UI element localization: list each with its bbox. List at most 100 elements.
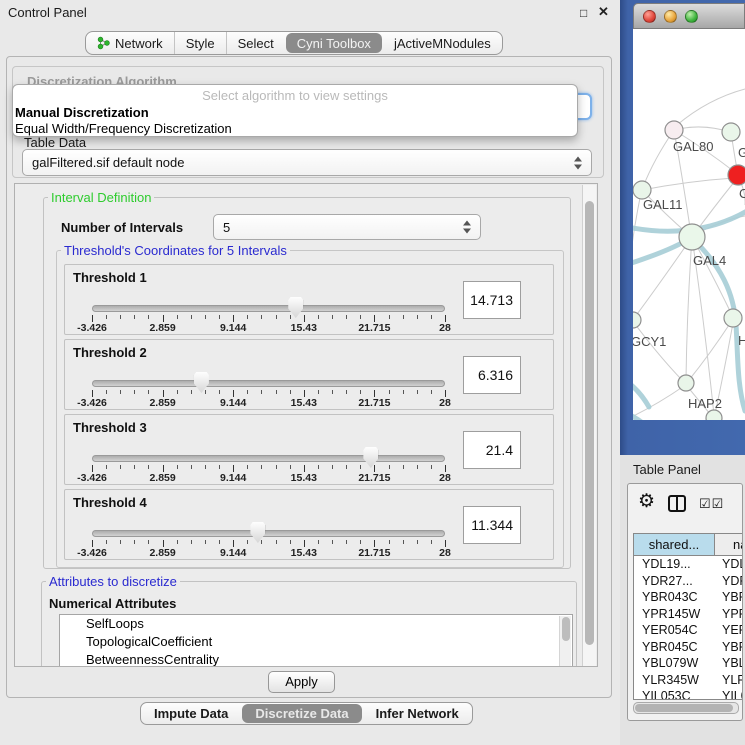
vertical-scrollbar-thumb[interactable] [585, 201, 594, 645]
network-node-label: C [739, 186, 745, 201]
network-node-label: GAL80 [673, 139, 713, 154]
table-row[interactable]: YER054CYER0 [634, 622, 743, 639]
panel-title: Control Panel [8, 5, 87, 20]
threshold-label: Threshold 3 [73, 420, 147, 435]
threshold-value-field[interactable]: 11.344 [463, 506, 521, 544]
network-node-gal4[interactable] [679, 224, 705, 250]
checkbox-icons[interactable]: ☑☑ [699, 496, 724, 512]
network-node-label: H [738, 333, 745, 348]
algorithm-dropdown-popup: Select algorithm to view settings Manual… [12, 84, 578, 137]
node-table[interactable]: shared...na YDL19...YDL1YDR27...YDR2YBR0… [633, 533, 743, 700]
listbox-scrollbar-thumb[interactable] [562, 617, 570, 641]
app-root: Control Panel □ ✕ Network Style Select Cyni… [0, 0, 745, 745]
network-node-hap2[interactable] [678, 375, 694, 391]
tab-network[interactable]: Network [86, 32, 174, 54]
network-node-h[interactable] [724, 309, 742, 327]
slider-tick-labels: -3.4262.8599.14415.4321.71528 [92, 472, 445, 484]
table-row[interactable]: YDR27...YDR2 [634, 573, 743, 590]
apply-button[interactable]: Apply [268, 671, 335, 693]
number-of-intervals-label: Number of Intervals [61, 220, 183, 235]
network-node-gcy1[interactable] [633, 312, 641, 328]
table-data-combobox[interactable]: galFiltered.sif default node [22, 149, 592, 176]
dropdown-option-manual-discretization[interactable]: Manual Discretization [15, 105, 149, 120]
table-row[interactable]: YIL053CYIL0 [634, 688, 743, 700]
table-row[interactable]: YPR145WYPR1 [634, 606, 743, 623]
network-node-gal80[interactable] [665, 121, 683, 139]
bottom-tab-discretize-data[interactable]: Discretize Data [242, 704, 361, 723]
cell-name: YBR0 [715, 589, 743, 606]
network-window-titlebar[interactable] [633, 3, 745, 29]
close-icon[interactable]: ✕ [598, 4, 609, 20]
numerical-attributes-label: Numerical Attributes [49, 596, 176, 611]
column-header-shared-[interactable]: shared... [634, 534, 715, 555]
gear-icon[interactable]: ⚙ [638, 490, 655, 513]
table-row[interactable]: YBL079WYBL0 [634, 655, 743, 672]
bottom-tab-impute-data[interactable]: Impute Data [141, 703, 241, 724]
cell-shared-name: YBR045C [634, 639, 715, 656]
threshold-value-field[interactable]: 21.4 [463, 431, 521, 469]
table-row[interactable]: YBR045CYBR0 [634, 639, 743, 656]
threshold-value-field[interactable]: 6.316 [463, 356, 521, 394]
listbox-scrollbar[interactable] [559, 616, 571, 666]
tab-jactivemnodules[interactable]: jActiveMNodules [383, 32, 502, 54]
network-node-label: GAL4 [693, 253, 726, 268]
network-window-frame: GAL80GACGAL11GAL4GCY1HHAP2 [620, 0, 745, 455]
slider-track[interactable] [92, 455, 445, 462]
list-item-selfloops[interactable]: SelfLoops [60, 615, 572, 633]
network-node[interactable] [706, 410, 722, 420]
slider-tick-labels: -3.4262.8599.14415.4321.71528 [92, 397, 445, 409]
close-traffic-light-icon[interactable] [643, 10, 656, 23]
cell-shared-name: YPR145W [634, 606, 715, 623]
float-window-icon[interactable]: □ [580, 6, 587, 20]
horizontal-scrollbar-thumb[interactable] [635, 704, 733, 712]
bottom-tab-infer-network[interactable]: Infer Network [363, 703, 472, 724]
minimize-traffic-light-icon[interactable] [664, 10, 677, 23]
table-rows: YDL19...YDL1YDR27...YDR2YBR043CYBR0YPR14… [634, 556, 743, 700]
split-columns-icon[interactable] [668, 495, 686, 512]
cell-shared-name: YLR345W [634, 672, 715, 689]
threshold-label: Threshold 4 [73, 495, 147, 510]
tab-label: Network [115, 36, 163, 51]
table-row[interactable]: YDL19...YDL1 [634, 556, 743, 573]
number-of-intervals-combobox[interactable]: 5 [213, 214, 481, 240]
slider-tick-labels: -3.4262.8599.14415.4321.71528 [92, 547, 445, 559]
scroll-viewport: Interval Definition Number of Intervals … [14, 183, 598, 667]
horizontal-scrollbar[interactable] [633, 702, 739, 714]
threshold-panel-3: Threshold 3 -3.4262.8599.14415.4321.71528… [64, 414, 554, 485]
network-node-label: GA [738, 145, 745, 160]
cell-shared-name: YDR27... [634, 573, 715, 590]
bottom-tab-bar: Impute Data Discretize Data Infer Network [140, 702, 473, 725]
column-header-na[interactable]: na [715, 534, 743, 555]
network-graph: GAL80GACGAL11GAL4GCY1HHAP2 [633, 29, 745, 420]
list-item-betweennesscentrality[interactable]: BetweennessCentrality [60, 651, 572, 667]
dropdown-option-equal-width-frequency[interactable]: Equal Width/Frequency Discretization [15, 121, 232, 136]
cell-name: YER0 [715, 622, 743, 639]
list-item-topologicalcoefficient[interactable]: TopologicalCoefficient [60, 633, 572, 651]
tab-select[interactable]: Select [226, 32, 285, 54]
slider-track[interactable] [92, 530, 445, 537]
slider-track[interactable] [92, 305, 445, 312]
tab-style[interactable]: Style [174, 32, 226, 54]
table-header-row: shared...na [634, 534, 743, 556]
network-node-ga[interactable] [722, 123, 740, 141]
network-node-c[interactable] [728, 165, 745, 185]
table-row[interactable]: YBR043CYBR0 [634, 589, 743, 606]
combo-spinner-icon [463, 221, 471, 234]
tab-label: Discretize Data [255, 706, 348, 721]
slider-tick-labels: -3.4262.8599.14415.4321.71528 [92, 322, 445, 334]
network-canvas[interactable]: GAL80GACGAL11GAL4GCY1HHAP2 [633, 29, 745, 420]
threshold-value-field[interactable]: 14.713 [463, 281, 521, 319]
slider-track[interactable] [92, 380, 445, 387]
tab-label: Select [238, 36, 274, 51]
attributes-listbox[interactable]: SelfLoopsTopologicalCoefficientBetweenne… [59, 614, 573, 667]
cell-shared-name: YER054C [634, 622, 715, 639]
table-data-value: galFiltered.sif default node [32, 155, 184, 170]
zoom-traffic-light-icon[interactable] [685, 10, 698, 23]
threshold-panel-2: Threshold 2-3.4262.8599.14415.4321.71528… [64, 339, 554, 410]
vertical-scrollbar[interactable] [582, 185, 596, 667]
top-tab-bar: Network Style Select Cyni Toolbox jActiveMNo… [85, 31, 503, 55]
table-row[interactable]: YLR345WYLR3 [634, 672, 743, 689]
tab-cyni-toolbox[interactable]: Cyni Toolbox [286, 33, 382, 53]
tab-label: jActiveMNodules [394, 36, 491, 51]
threshold-panel-1: Threshold 1-3.4262.8599.14415.4321.71528… [64, 264, 554, 335]
